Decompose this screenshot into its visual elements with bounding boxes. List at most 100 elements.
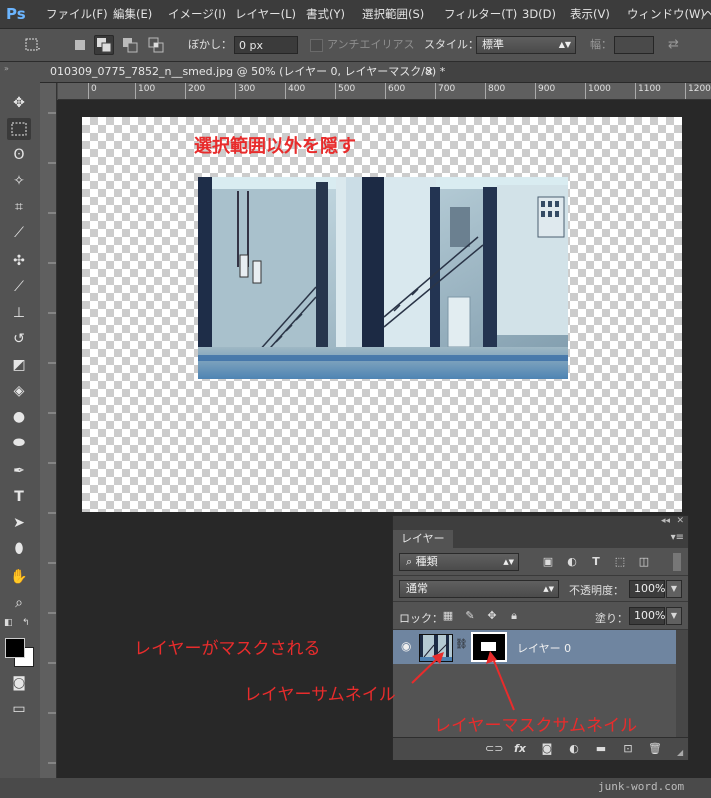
eyedropper-icon[interactable]: ⟋ [7,222,31,244]
ruler-tick: 300 [235,83,255,99]
type-tool-icon[interactable]: T [7,486,31,508]
zoom-tool-icon[interactable]: ⌕ [7,592,31,614]
menu-layer[interactable]: レイヤー(L) [235,0,296,28]
toolbox: » ✥ ʘ ✧ ⌗ ⟋ ✣ ⟋ ⊥ ↺ ◩ ◈ ● ⬬ ✒ T ➤ ⬮ ✋ ⌕ … [0,62,41,778]
antialias-checkbox[interactable] [310,39,323,52]
layers-scrollbar[interactable] [676,630,688,737]
shape-filter-icon[interactable]: ⬚ [613,555,627,569]
ruler-tick: 1100 [635,83,661,99]
crop-tool-icon[interactable]: ⌗ [7,196,31,218]
layer-thumbnail[interactable] [419,634,453,662]
ruler-tick: 200 [185,83,205,99]
trash-icon[interactable]: 🗑︎ [648,742,662,756]
adjustment-filter-icon[interactable]: ◐ [565,555,579,569]
lasso-tool-icon[interactable]: ʘ [7,144,31,166]
magic-wand-icon[interactable]: ✧ [7,170,31,192]
collapse-panel-icon[interactable]: ◂◂ [661,516,670,526]
blend-row: 通常 ▲▼ 不透明度： 100% ▼ [393,576,688,602]
annotation-layer-masked: レイヤーがマスクされる [134,639,321,659]
stamp-tool-icon[interactable]: ⊥ [7,302,31,324]
resize-handle-icon[interactable]: ◢ [677,748,683,757]
filter-kind-select[interactable]: ⌕ 種類 ▲▼ [399,553,519,571]
chain-link-icon[interactable]: ⛓ [455,639,468,650]
menu-window[interactable]: ウィンドウ(W) [627,0,705,28]
menu-filter[interactable]: フィルター(T) [444,0,517,28]
opacity-dropdown-icon[interactable]: ▼ [666,580,682,598]
blur-tool-icon[interactable]: ● [7,406,31,428]
tab-layers[interactable]: レイヤー [393,530,453,548]
close-panel-icon[interactable]: ✕ [676,516,684,526]
folder-icon[interactable]: ▬ [594,742,608,756]
ellipse-tool-icon[interactable]: ⬮ [7,538,31,560]
menu-type[interactable]: 書式(Y) [306,0,345,28]
type-filter-icon[interactable]: T [589,555,603,569]
brush-tool-icon[interactable]: ⟋ [7,276,31,298]
marquee-tool-icon[interactable] [7,118,31,140]
lock-row: ロック： ▦ ✎ ✥ 🔒︎ 塗り： 100% ▼ [393,602,688,630]
close-icon[interactable]: × [425,62,434,82]
history-brush-icon[interactable]: ↺ [7,328,31,350]
eye-icon[interactable]: ◉ [401,639,411,653]
new-layer-icon[interactable]: ⊡ [621,742,635,756]
annotation-layer-thumbnail: レイヤーサムネイル [244,685,396,705]
fill-input[interactable]: 100% [629,607,665,625]
chevron-updown-icon: ▲▼ [543,585,554,593]
paint-bucket-icon[interactable]: ◈ [7,380,31,402]
quick-mask-icon[interactable]: ◙ [7,672,31,694]
move-tool-icon[interactable]: ✥ [7,92,31,114]
layer-name[interactable]: レイヤー 0 [517,640,571,656]
eraser-tool-icon[interactable]: ◩ [7,354,31,376]
pixel-filter-icon[interactable]: ▣ [541,555,555,569]
lock-position-icon[interactable]: ✥ [485,609,499,623]
collapse-icon[interactable]: » [4,64,9,73]
lock-image-icon[interactable]: ✎ [463,609,477,623]
path-select-icon[interactable]: ➤ [7,512,31,534]
layer-row[interactable]: ◉ ⛓ レイヤー 0 [393,630,676,664]
layer-mask-thumbnail[interactable] [471,632,507,662]
blend-mode-select[interactable]: 通常 ▲▼ [399,580,559,598]
feather-input[interactable]: 0 px [234,36,298,54]
intersect-selection-icon[interactable] [146,35,166,55]
menu-view[interactable]: 表示(V) [570,0,610,28]
menu-help[interactable]: ヘ [703,0,711,28]
smart-object-filter-icon[interactable]: ◫ [637,555,651,569]
fx-icon[interactable]: fx [513,742,527,756]
adjustment-icon[interactable]: ◐ [567,742,581,756]
healing-brush-icon[interactable]: ✣ [7,250,31,272]
menu-bar: Ps ファイル(F) 編集(E) イメージ(I) レイヤー(L) 書式(Y) 選… [0,0,711,29]
hand-tool-icon[interactable]: ✋ [7,566,31,588]
style-select[interactable]: 標準 ▲▼ [476,36,576,54]
marquee-preset-icon[interactable] [22,35,42,55]
document-tab-bar: 010309_0775_7852_n__smed.jpg @ 50% (レイヤー… [40,62,711,83]
add-selection-icon[interactable] [94,35,114,55]
default-colors-icon[interactable]: ◧ [4,618,13,628]
panel-menu-icon[interactable]: ▾≡ [671,532,684,543]
switch-colors-icon[interactable]: ↰ [22,618,30,628]
document-tab[interactable]: 010309_0775_7852_n__smed.jpg @ 50% (レイヤー… [40,62,445,82]
ruler-tick: 700 [435,83,455,99]
menu-edit[interactable]: 編集(E) [113,0,152,28]
dodge-tool-icon[interactable]: ⬬ [7,432,31,454]
ruler-tick: 1200 [685,83,711,99]
menu-image[interactable]: イメージ(I) [168,0,226,28]
menu-select[interactable]: 選択範囲(S) [362,0,424,28]
link-icon[interactable]: ⊂⊃ [485,742,503,756]
panel-tab-row: レイヤー ▾≡ [393,530,688,548]
menu-file[interactable]: ファイル(F) [46,0,108,28]
lock-all-icon[interactable]: 🔒︎ [507,609,521,623]
fill-dropdown-icon[interactable]: ▼ [666,607,682,625]
menu-3d[interactable]: 3D(D) [522,0,556,28]
swap-icon[interactable]: ⇄ [668,37,686,53]
pen-tool-icon[interactable]: ✒ [7,460,31,482]
width-input[interactable] [614,36,654,54]
style-select-value: 標準 [482,38,504,51]
subtract-selection-icon[interactable] [120,35,140,55]
foreground-color-swatch[interactable] [5,638,25,658]
new-selection-icon[interactable] [70,35,90,55]
filter-toggle[interactable] [673,553,681,571]
opacity-input[interactable]: 100% [629,580,665,598]
screen-mode-icon[interactable]: ▭ [7,698,31,720]
lock-transparent-icon[interactable]: ▦ [441,609,455,623]
horizontal-ruler: 0 100 200 300 400 500 600 700 800 900 10… [58,83,711,100]
mask-icon[interactable]: ◙ [540,742,554,756]
